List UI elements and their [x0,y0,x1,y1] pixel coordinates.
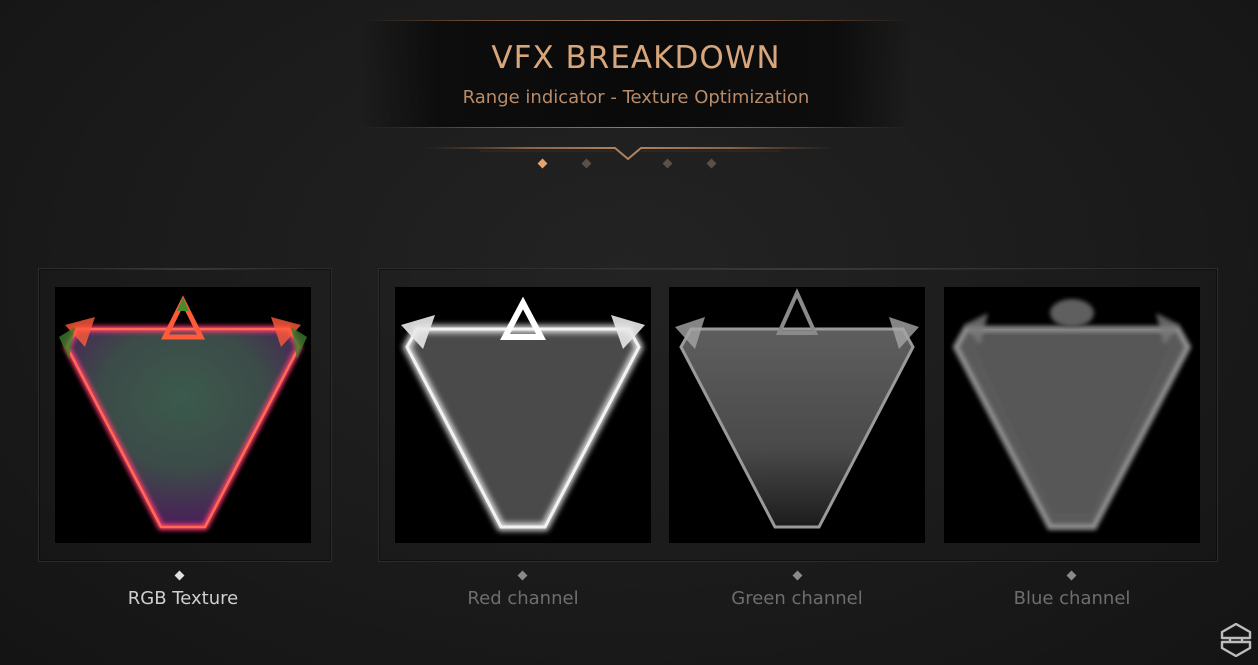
blue-channel-graphic [952,299,1192,530]
red-channel-graphic [401,296,645,531]
blue-channel-marker-icon [1066,570,1077,581]
rgb-texture-label: RGB Texture [127,588,239,609]
header-banner: VFX BREAKDOWN Range indicator - Texture … [360,20,912,128]
blue-channel-label: Blue channel [1013,588,1131,609]
red-channel-marker-icon [517,570,528,581]
green-channel-marker-icon [792,570,803,581]
red-channel-label: Red channel [467,588,579,609]
green-channel-graphic [675,288,919,529]
banner-top-border [360,20,912,21]
green-channel-image [669,287,925,543]
green-channel-label: Green channel [731,588,863,609]
rgb-texture-image [55,287,311,543]
red-channel-image [395,287,651,543]
blue-channel-image [944,287,1200,543]
rgb-texture-graphic [59,295,307,530]
banner-bottom-border [360,127,912,128]
page-subtitle: Range indicator - Texture Optimization [462,87,810,108]
panel-top-accent [419,268,1177,270]
header-ornament [424,147,836,161]
rgb-texture-marker-icon [174,570,185,581]
brand-logo-icon [1220,623,1252,657]
panel-top-accent [59,268,311,270]
page-title: VFX BREAKDOWN [491,40,781,76]
